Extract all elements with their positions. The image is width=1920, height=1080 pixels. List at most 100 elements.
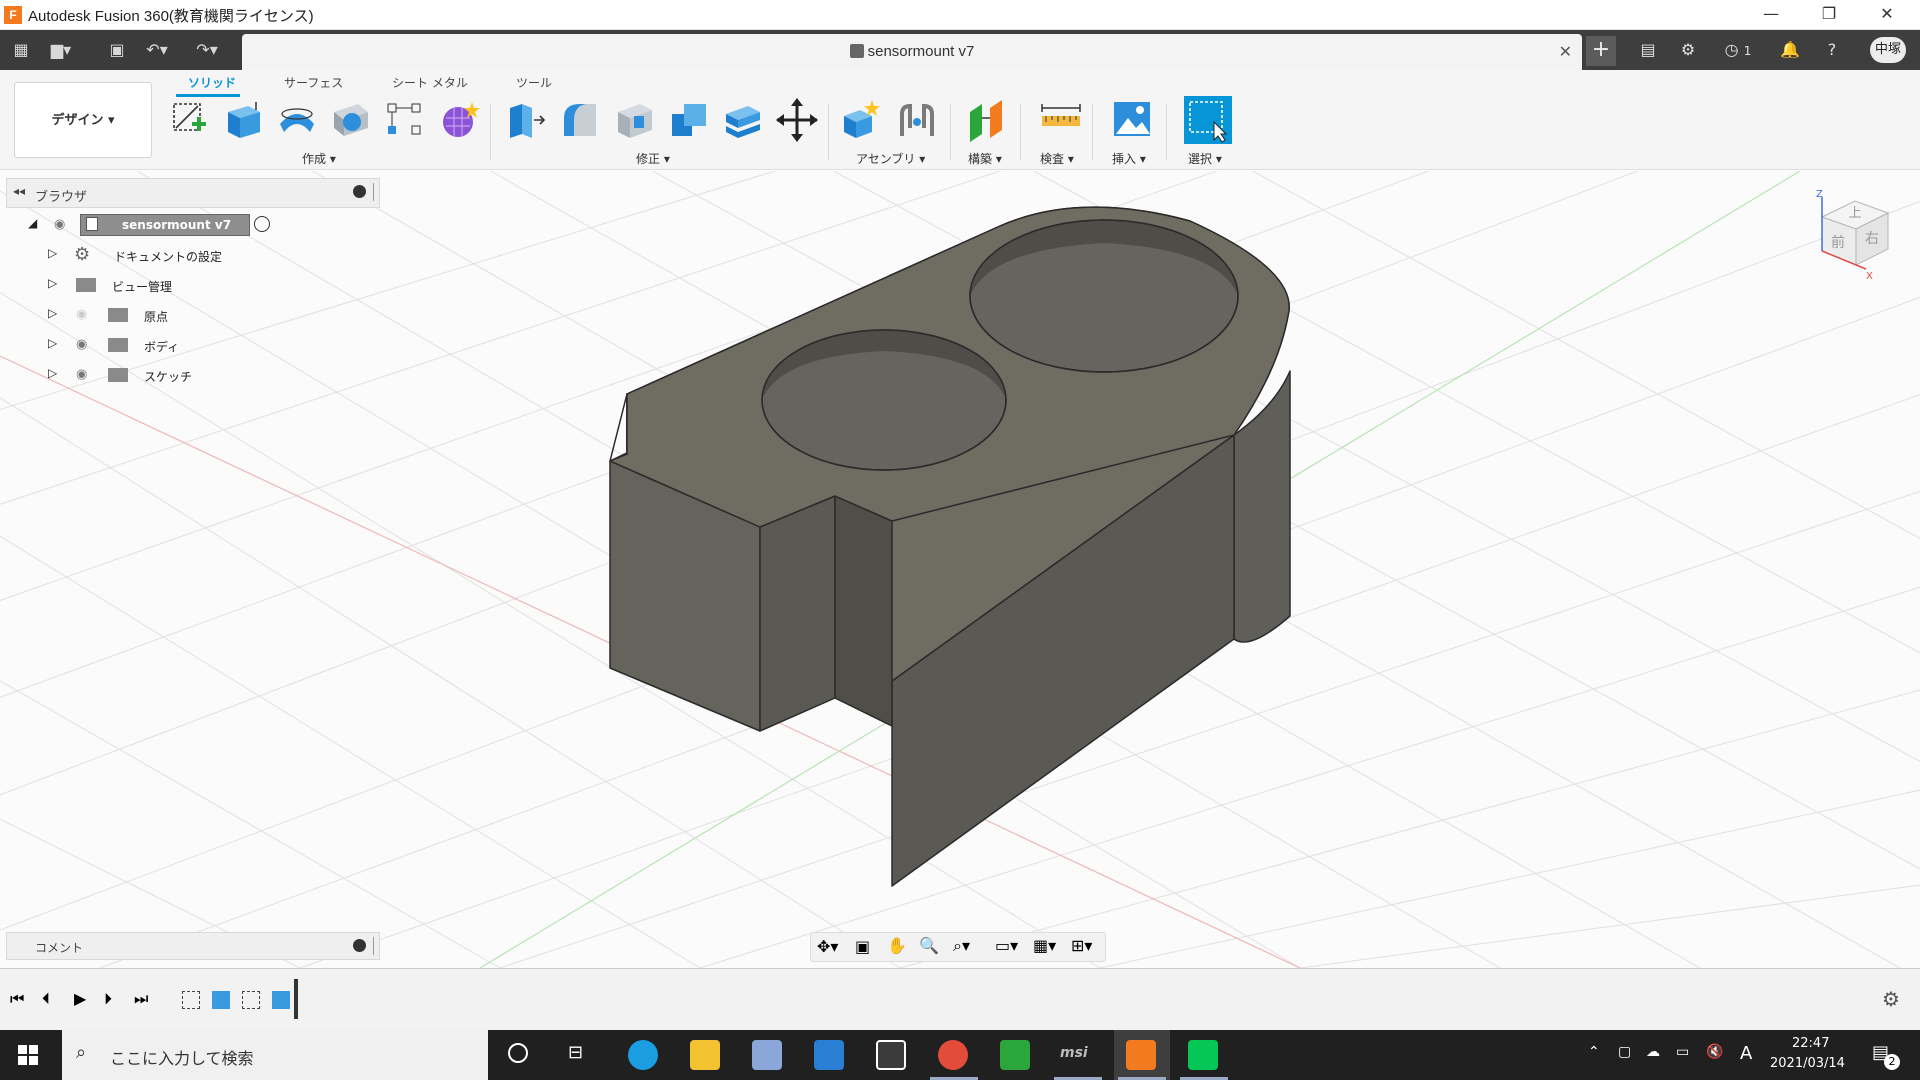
- revolve-icon[interactable]: [276, 98, 318, 142]
- ime-indicator[interactable]: A: [1740, 1043, 1752, 1064]
- taskbar-search-box[interactable]: ⌕ ここに入力して検索: [62, 1030, 488, 1080]
- step-back-icon[interactable]: ⏴: [42, 989, 50, 1009]
- panel-resize-handle[interactable]: [373, 183, 376, 201]
- photos-app-icon[interactable]: [752, 1040, 782, 1070]
- joint-icon[interactable]: [896, 98, 938, 142]
- viewcube-right-label[interactable]: 右: [1865, 231, 1879, 247]
- measure-icon[interactable]: [1040, 98, 1082, 142]
- tree-item-origin[interactable]: ▷ ◉ 原点: [44, 304, 224, 328]
- insert-image-icon[interactable]: [1112, 98, 1154, 142]
- task-view-icon[interactable]: ⊟: [568, 1042, 583, 1063]
- onedrive-icon[interactable]: ☁: [1646, 1044, 1660, 1060]
- tree-item-named-views[interactable]: ▷ ビュー管理: [44, 274, 224, 298]
- select-group-label[interactable]: 選択 ▾: [1188, 150, 1222, 167]
- create-group-label[interactable]: 作成 ▾: [302, 150, 336, 167]
- move-copy-icon[interactable]: [776, 98, 818, 142]
- tab-sheet-metal[interactable]: シート メタル: [392, 74, 468, 91]
- document-tab[interactable]: sensormount v7 ✕: [242, 34, 1582, 70]
- shell-icon[interactable]: [614, 98, 656, 142]
- construct-group-label[interactable]: 構築 ▾: [968, 150, 1002, 167]
- press-pull-icon[interactable]: [506, 98, 548, 142]
- expand-triangle-icon[interactable]: ▷: [48, 306, 57, 320]
- tab-solid[interactable]: ソリッド: [188, 74, 236, 91]
- tree-item-bodies[interactable]: ▷ ◉ ボディ: [44, 334, 224, 358]
- offset-face-icon[interactable]: [722, 98, 764, 142]
- tab-tools[interactable]: ツール: [516, 74, 552, 91]
- cortana-icon[interactable]: [508, 1043, 528, 1063]
- undo-icon[interactable]: ↶▾: [146, 40, 168, 60]
- timeline-extrude-feature[interactable]: [272, 991, 290, 1009]
- visibility-eye-icon[interactable]: ◉: [76, 367, 87, 382]
- chrome-icon[interactable]: [938, 1040, 968, 1070]
- timeline-sketch-feature[interactable]: [182, 991, 200, 1009]
- expand-triangle-icon[interactable]: ▷: [48, 276, 57, 290]
- sensormount-body[interactable]: [609, 206, 1291, 887]
- clock-date[interactable]: 2021/03/14: [1770, 1056, 1845, 1071]
- panel-resize-handle[interactable]: [373, 937, 376, 955]
- fusion-taskbar-icon[interactable]: [1126, 1040, 1156, 1070]
- job-status-icon[interactable]: ◷ 1: [1716, 39, 1760, 61]
- store-icon[interactable]: [876, 1040, 906, 1070]
- redo-icon[interactable]: ↷▾: [196, 40, 218, 60]
- collapse-triangle-icon[interactable]: ◢: [28, 216, 37, 230]
- create-sketch-icon[interactable]: [168, 98, 210, 142]
- pan-hand-icon[interactable]: ✋: [887, 936, 907, 955]
- tab-close-icon[interactable]: ✕: [1559, 42, 1572, 61]
- viewcube-top-label[interactable]: 上: [1848, 206, 1861, 221]
- play-icon[interactable]: ▶: [74, 989, 86, 1008]
- edge-icon[interactable]: [628, 1040, 658, 1070]
- visibility-eye-icon[interactable]: ◉: [54, 217, 65, 232]
- data-panel-grid-icon[interactable]: ▦: [10, 40, 32, 60]
- form-icon[interactable]: [438, 98, 480, 142]
- timeline-settings-gear-icon[interactable]: ⚙: [1882, 987, 1900, 1011]
- activate-radio-icon[interactable]: [254, 216, 270, 232]
- canvas-viewport[interactable]: 上 前 右 Z X: [0, 171, 1920, 968]
- select-icon[interactable]: [1184, 96, 1232, 144]
- save-icon[interactable]: ▣: [106, 40, 128, 60]
- insert-group-label[interactable]: 挿入 ▾: [1112, 150, 1146, 167]
- viewcube[interactable]: 上 前 右 Z X: [1800, 187, 1900, 287]
- combine-icon[interactable]: [668, 98, 710, 142]
- file-menu-icon[interactable]: ▆▾: [50, 40, 72, 60]
- offset-plane-icon[interactable]: [966, 98, 1008, 142]
- battery-icon[interactable]: ▭: [1676, 1044, 1689, 1060]
- fit-icon[interactable]: ⌕▾: [953, 936, 970, 956]
- tree-root-row[interactable]: ◢ ◉ sensormount v7: [24, 214, 280, 238]
- display-settings-icon[interactable]: ▭▾: [995, 936, 1018, 955]
- go-to-end-icon[interactable]: ⏭: [134, 989, 148, 1009]
- tray-device-icon[interactable]: ▢: [1618, 1044, 1631, 1060]
- visibility-eye-icon[interactable]: ◉: [76, 337, 87, 352]
- windows-start-icon[interactable]: [18, 1045, 38, 1065]
- notification-bell-icon[interactable]: 🔔: [1778, 39, 1802, 61]
- line-app-icon[interactable]: [1188, 1040, 1218, 1070]
- assemble-group-label[interactable]: アセンブリ ▾: [856, 150, 925, 167]
- extensions-icon[interactable]: ⚙: [1676, 39, 1700, 61]
- step-forward-icon[interactable]: ⏵: [104, 989, 112, 1009]
- orbit-icon[interactable]: ✥▾: [817, 937, 838, 956]
- new-tab-button[interactable]: +: [1586, 36, 1616, 66]
- viewports-icon[interactable]: ⊞▾: [1071, 936, 1092, 955]
- 3d-scene[interactable]: [0, 171, 1920, 968]
- user-avatar[interactable]: 中塚: [1870, 37, 1906, 63]
- inspect-group-label[interactable]: 検査 ▾: [1040, 150, 1074, 167]
- help-icon[interactable]: ?: [1820, 39, 1844, 61]
- pattern-icon[interactable]: [384, 98, 426, 142]
- workspace-switcher-button[interactable]: デザイン ▾: [14, 82, 152, 158]
- mail-icon[interactable]: [814, 1040, 844, 1070]
- tray-chevron-icon[interactable]: ⌃: [1588, 1044, 1600, 1060]
- timeline-marker[interactable]: [294, 979, 298, 1019]
- extrude-icon[interactable]: [222, 98, 264, 142]
- tree-item-sketches[interactable]: ▷ ◉ スケッチ: [44, 364, 224, 388]
- modify-group-label[interactable]: 修正 ▾: [636, 150, 670, 167]
- go-to-start-icon[interactable]: ⏮: [10, 989, 24, 1009]
- hole-icon[interactable]: [330, 98, 372, 142]
- restore-button[interactable]: ❐: [1800, 0, 1858, 30]
- tree-item-document-settings[interactable]: ▷ ⚙ ドキュメントの設定: [44, 244, 224, 268]
- root-component-label[interactable]: sensormount v7: [122, 218, 231, 232]
- zoom-icon[interactable]: 🔍: [919, 936, 939, 955]
- add-comment-icon[interactable]: [353, 939, 366, 952]
- comment-icon[interactable]: ▤: [1636, 39, 1660, 61]
- file-explorer-icon[interactable]: [690, 1040, 720, 1070]
- viewcube-front-label[interactable]: 前: [1831, 234, 1845, 251]
- minimize-panel-icon[interactable]: [353, 185, 366, 198]
